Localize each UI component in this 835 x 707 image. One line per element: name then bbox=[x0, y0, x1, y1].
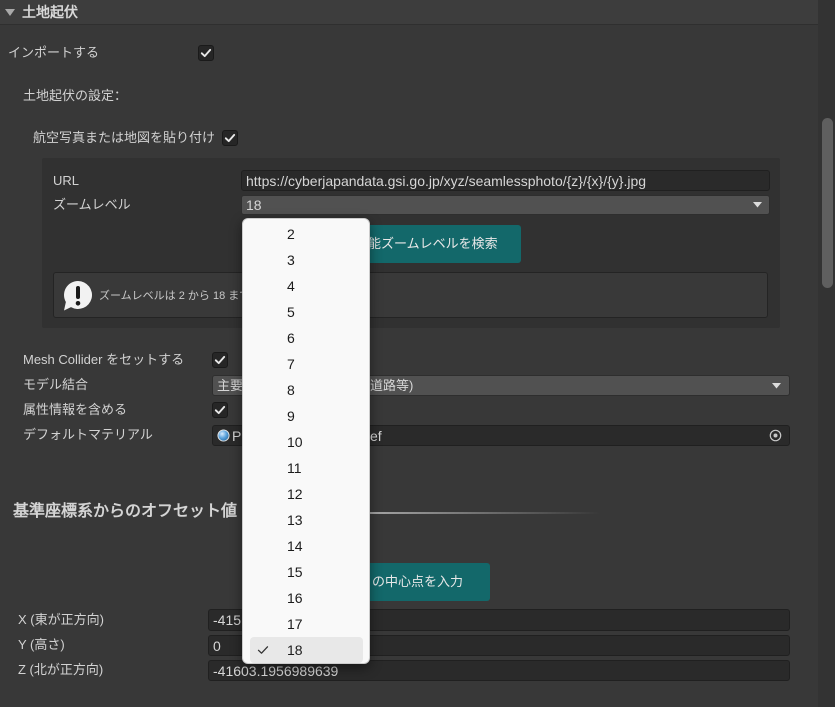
zoom-option[interactable]: 9 bbox=[250, 403, 363, 429]
offset-y-value: 0 bbox=[213, 637, 221, 654]
url-value: https://cyberjapandata.gsi.go.jp/xyz/sea… bbox=[246, 172, 647, 189]
zoom-option[interactable]: 4 bbox=[250, 273, 363, 299]
zoom-option-label: 7 bbox=[287, 356, 295, 372]
checkmark-icon bbox=[257, 646, 269, 654]
zoom-option-label: 15 bbox=[287, 564, 303, 580]
zoom-option-label: 6 bbox=[287, 330, 295, 346]
offset-y-label: Y (高さ) bbox=[18, 637, 65, 652]
zoom-level-popup: 2 3 4 5 6 7 8 9 10 11 12 13 14 15 16 17 … bbox=[242, 218, 370, 664]
scrollbar-thumb[interactable] bbox=[822, 118, 833, 288]
zoom-option[interactable]: 8 bbox=[250, 377, 363, 403]
enter-center-point-label: の中心点を入力 bbox=[372, 574, 464, 589]
zoom-option[interactable]: 12 bbox=[250, 481, 363, 507]
zoom-option[interactable]: 5 bbox=[250, 299, 363, 325]
material-sphere-icon bbox=[217, 429, 230, 442]
zoom-option[interactable]: 7 bbox=[250, 351, 363, 377]
zoom-option-label: 18 bbox=[287, 642, 303, 658]
default-material-value-start: P bbox=[232, 427, 242, 444]
zoom-option-label: 9 bbox=[287, 408, 295, 424]
search-zoom-levels-label: 能ズームレベルを検索 bbox=[368, 236, 498, 251]
zoom-help-text: ズームレベルは 2 から 18 まで bbox=[99, 290, 251, 302]
zoom-option-label: 4 bbox=[287, 278, 295, 294]
vertical-scrollbar[interactable] bbox=[818, 0, 835, 707]
import-label: インポートする bbox=[8, 45, 100, 60]
offset-x-label: X (東が正方向) bbox=[18, 612, 104, 627]
offset-z-value: -41603.1956989639 bbox=[213, 662, 339, 679]
zoom-option-label: 5 bbox=[287, 304, 295, 320]
zoom-option[interactable]: 11 bbox=[250, 455, 363, 481]
model-merge-value-end: 道路等) bbox=[370, 377, 414, 393]
dropdown-arrow-icon bbox=[753, 202, 762, 208]
zoom-option[interactable]: 3 bbox=[250, 247, 363, 273]
warning-icon bbox=[61, 279, 95, 313]
offset-heading: 基準座標系からのオフセット値 bbox=[13, 503, 238, 520]
zoom-option[interactable]: 14 bbox=[250, 533, 363, 559]
model-merge-value-start: 主要 bbox=[217, 377, 244, 393]
dropdown-arrow-icon bbox=[772, 382, 781, 389]
zoom-level-label: ズームレベル bbox=[53, 197, 131, 212]
zoom-option[interactable]: 18 bbox=[250, 637, 363, 663]
checkmark-icon bbox=[214, 355, 226, 365]
zoom-option[interactable]: 2 bbox=[250, 221, 363, 247]
zoom-option-label: 11 bbox=[287, 460, 302, 476]
paste-map-label: 航空写真または地図を貼り付け bbox=[33, 130, 216, 145]
zoom-option-label: 10 bbox=[287, 434, 303, 450]
paste-map-checkbox[interactable] bbox=[222, 130, 238, 146]
zoom-option-label: 14 bbox=[287, 538, 303, 554]
default-material-value-end: ef bbox=[370, 427, 382, 444]
zoom-option[interactable]: 15 bbox=[250, 559, 363, 585]
zoom-option[interactable]: 13 bbox=[250, 507, 363, 533]
terrain-settings-label: 土地起伏の設定： bbox=[23, 88, 128, 103]
attributes-label: 属性情報を含める bbox=[23, 402, 128, 417]
checkmark-icon bbox=[224, 133, 236, 143]
url-input[interactable]: https://cyberjapandata.gsi.go.jp/xyz/sea… bbox=[241, 170, 770, 191]
mesh-collider-label: Mesh Collider をセットする bbox=[23, 352, 185, 367]
attributes-checkbox[interactable] bbox=[212, 402, 228, 418]
section-title: 土地起伏 bbox=[22, 4, 78, 20]
zoom-option[interactable]: 17 bbox=[250, 611, 363, 637]
zoom-option[interactable]: 10 bbox=[250, 429, 363, 455]
zoom-option-label: 16 bbox=[287, 590, 303, 606]
zoom-option-label: 8 bbox=[287, 382, 295, 398]
zoom-option-label: 12 bbox=[287, 486, 303, 502]
default-material-label: デフォルトマテリアル bbox=[23, 427, 153, 442]
checkmark-icon bbox=[214, 405, 226, 415]
object-picker-icon[interactable] bbox=[769, 429, 782, 442]
offset-z-label: Z (北が正方向) bbox=[18, 662, 104, 677]
triangle-down-icon[interactable] bbox=[5, 9, 15, 17]
mesh-collider-checkbox[interactable] bbox=[212, 352, 228, 368]
zoom-option[interactable]: 6 bbox=[250, 325, 363, 351]
inspector-panel: 土地起伏 インポートする 土地起伏の設定： 航空写真または地図を貼り付け URL… bbox=[0, 0, 835, 707]
url-label: URL bbox=[53, 173, 80, 188]
zoom-option-label: 2 bbox=[287, 226, 295, 242]
zoom-option-label: 17 bbox=[287, 616, 303, 632]
map-settings-panel: URL https://cyberjapandata.gsi.go.jp/xyz… bbox=[42, 158, 780, 328]
zoom-level-value: 18 bbox=[246, 197, 262, 213]
offset-x-value: -415 bbox=[213, 612, 242, 628]
zoom-level-dropdown[interactable]: 18 bbox=[241, 195, 770, 215]
zoom-option[interactable]: 16 bbox=[250, 585, 363, 611]
terrain-section-header[interactable]: 土地起伏 bbox=[0, 0, 818, 25]
zoom-option-label: 13 bbox=[287, 512, 303, 528]
model-merge-label: モデル結合 bbox=[23, 377, 89, 392]
zoom-option-label: 3 bbox=[287, 252, 295, 268]
checkmark-icon bbox=[200, 48, 212, 58]
import-checkbox[interactable] bbox=[198, 45, 214, 61]
zoom-help-box: ズームレベルは 2 から 18 まで bbox=[53, 272, 768, 318]
